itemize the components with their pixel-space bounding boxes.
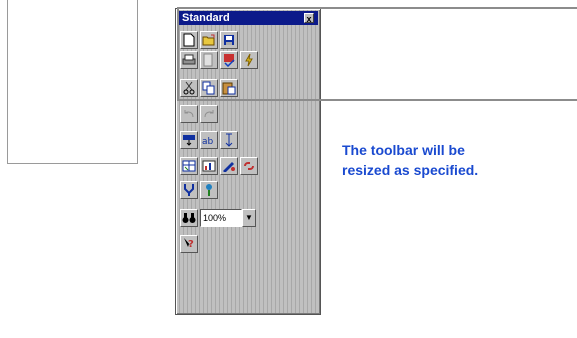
drawing-icon [223, 162, 235, 172]
zoom-field[interactable]: 100% [200, 209, 242, 227]
insert-table-button[interactable] [180, 157, 198, 175]
drawing-button[interactable] [220, 157, 238, 175]
sort-icon [225, 133, 233, 147]
link-button[interactable] [240, 157, 258, 175]
split-icon [206, 184, 212, 196]
sort-button[interactable] [220, 131, 238, 149]
zoom-button[interactable] [180, 209, 198, 227]
insert-icon [183, 135, 195, 146]
resize-frame [177, 7, 577, 101]
message-line-1: The toolbar will be [342, 142, 465, 158]
undo-icon [184, 110, 194, 118]
message-text: The toolbar will be resized as specified… [342, 140, 542, 180]
help-icon: ? [184, 238, 194, 250]
redo-icon [204, 110, 214, 118]
undo-button[interactable] [180, 105, 198, 123]
link-icon [244, 162, 254, 170]
split-button[interactable] [200, 181, 218, 199]
insert-button[interactable] [180, 131, 198, 149]
insert-chart-button[interactable] [200, 157, 218, 175]
table-icon [182, 160, 196, 172]
binoculars-icon [182, 213, 196, 223]
autotext-icon: ab [202, 137, 214, 146]
svg-text:ab: ab [202, 137, 214, 146]
merge-button[interactable] [180, 181, 198, 199]
chart-icon [202, 160, 216, 172]
merge-icon [184, 184, 194, 196]
message-line-2: resized as specified. [342, 162, 479, 178]
redo-button[interactable] [200, 105, 218, 123]
autotext-button[interactable]: ab [200, 131, 218, 149]
left-panel [7, 0, 138, 164]
help-button[interactable]: ? [180, 235, 198, 253]
chevron-down-icon[interactable]: ▼ [242, 209, 256, 227]
svg-text:?: ? [188, 239, 194, 250]
